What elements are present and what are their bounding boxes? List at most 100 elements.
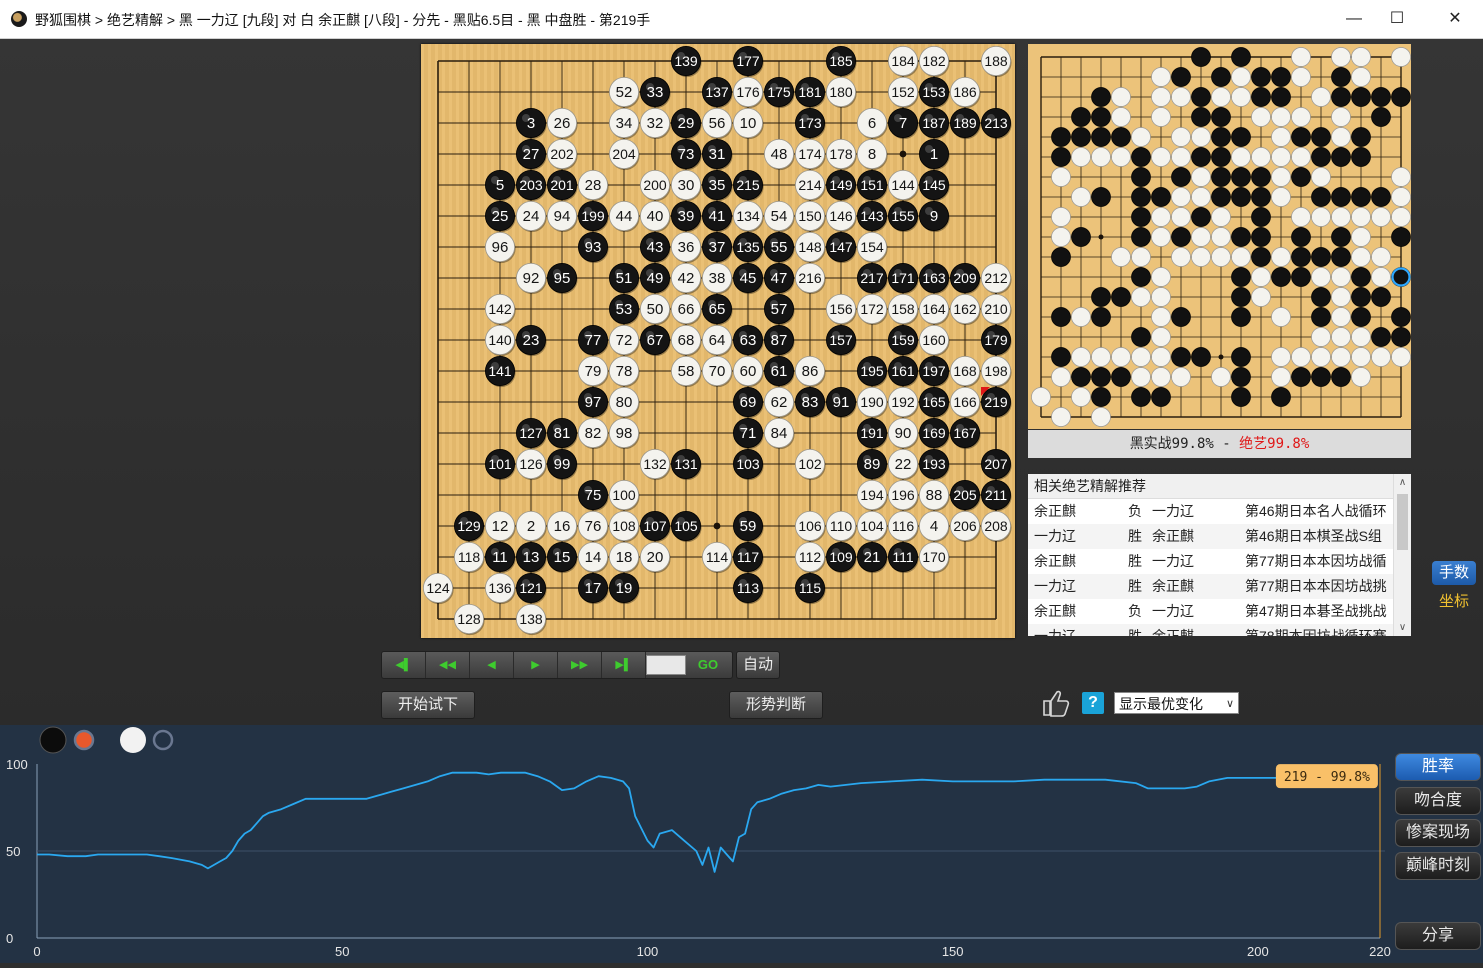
- white-stone[interactable]: 94: [547, 200, 578, 233]
- recommend-row[interactable]: 余正麒 胜一力辽 第77期日本本因坊战循: [1028, 549, 1411, 574]
- white-stone[interactable]: 108: [608, 510, 640, 543]
- match-rate-button[interactable]: 吻合度: [1395, 787, 1481, 815]
- white-stone[interactable]: 98: [608, 417, 640, 450]
- next-move-button[interactable]: ▶: [514, 652, 558, 678]
- black-stone[interactable]: 29: [670, 108, 702, 140]
- black-stone[interactable]: 51: [608, 262, 640, 295]
- white-stone[interactable]: 88: [918, 479, 950, 512]
- scroll-down-icon[interactable]: ∨: [1394, 622, 1411, 633]
- black-stone[interactable]: 63: [732, 324, 764, 357]
- black-stone[interactable]: 145: [918, 170, 950, 202]
- black-stone[interactable]: 39: [670, 200, 702, 233]
- white-stone[interactable]: 90: [887, 417, 919, 450]
- white-stone[interactable]: 158: [887, 293, 919, 326]
- white-stone[interactable]: 80: [608, 386, 640, 419]
- black-stone[interactable]: 19: [608, 573, 640, 605]
- black-stone[interactable]: 95: [547, 262, 578, 295]
- black-stone[interactable]: 155: [887, 200, 919, 233]
- white-stone[interactable]: 164: [918, 293, 950, 326]
- black-stone[interactable]: 59: [732, 510, 764, 543]
- white-stone[interactable]: 202: [547, 139, 578, 171]
- white-stone[interactable]: 38: [701, 262, 733, 295]
- black-stone[interactable]: 179: [981, 324, 1012, 357]
- recommend-row[interactable]: 余正麒 负一力辽 第47期日本碁圣战挑战: [1028, 599, 1411, 624]
- winrate-tab-button[interactable]: 胜率: [1395, 753, 1481, 781]
- forward-5-button[interactable]: ▶▶: [558, 652, 602, 678]
- white-stone[interactable]: 104: [856, 510, 888, 543]
- black-stone[interactable]: 69: [732, 386, 764, 419]
- black-stone[interactable]: 105: [670, 510, 702, 543]
- preview-board-svg[interactable]: [1028, 44, 1411, 429]
- scroll-thumb[interactable]: [1397, 494, 1408, 550]
- black-stone[interactable]: 9: [918, 200, 950, 233]
- black-stone[interactable]: 83: [794, 386, 826, 419]
- black-stone[interactable]: 87: [763, 324, 795, 357]
- black-stone[interactable]: 1: [918, 139, 950, 171]
- recommend-row[interactable]: 余正麒 负一力辽 第46期日本名人战循环: [1028, 499, 1411, 524]
- white-stone[interactable]: 86: [794, 355, 826, 388]
- black-stone[interactable]: 193: [918, 448, 950, 481]
- black-stone[interactable]: 67: [639, 324, 671, 357]
- black-stone[interactable]: 37: [701, 231, 733, 264]
- black-stone[interactable]: 153: [918, 77, 950, 109]
- close-button[interactable]: ✕: [1432, 4, 1478, 34]
- white-stone[interactable]: 8: [856, 139, 888, 171]
- black-stone[interactable]: 109: [825, 541, 857, 574]
- white-stone[interactable]: 186: [950, 77, 981, 109]
- black-stone[interactable]: 53: [608, 293, 640, 326]
- black-stone[interactable]: 177: [732, 45, 764, 78]
- white-stone[interactable]: 32: [639, 108, 671, 140]
- white-stone[interactable]: 170: [918, 541, 950, 574]
- white-stone[interactable]: 166: [950, 386, 981, 419]
- white-curve-toggle[interactable]: [152, 729, 174, 751]
- black-stone[interactable]: 121: [516, 573, 547, 605]
- black-stone[interactable]: 187: [918, 108, 950, 140]
- white-stone[interactable]: 24: [516, 200, 547, 233]
- white-stone[interactable]: 116: [887, 510, 919, 543]
- black-stone[interactable]: 23: [516, 324, 547, 357]
- white-stone[interactable]: 106: [794, 510, 826, 543]
- white-stone[interactable]: 128: [454, 604, 485, 636]
- white-stone[interactable]: 62: [763, 386, 795, 419]
- white-stone[interactable]: 76: [577, 510, 609, 543]
- white-stone[interactable]: 138: [516, 604, 547, 636]
- black-stone[interactable]: 101: [485, 448, 516, 481]
- white-stone[interactable]: 34: [608, 108, 640, 140]
- white-stone[interactable]: 144: [887, 170, 919, 202]
- black-stone[interactable]: 141: [485, 355, 516, 388]
- white-stone[interactable]: 142: [485, 293, 516, 326]
- black-stone[interactable]: 31: [701, 139, 733, 171]
- black-stone[interactable]: 143: [856, 200, 888, 233]
- white-stone[interactable]: 100: [608, 479, 640, 512]
- black-stone[interactable]: 3: [516, 108, 547, 140]
- black-stone[interactable]: 41: [701, 200, 733, 233]
- peak-moment-button[interactable]: 巅峰时刻: [1395, 852, 1481, 880]
- auto-play-button[interactable]: 自动: [736, 651, 780, 679]
- recommend-panel[interactable]: 相关绝艺精解推荐 余正麒负一力辽 第46期日本名人战循环 一力辽胜余正麒 第46期日本…: [1028, 474, 1411, 636]
- black-stone[interactable]: 43: [639, 231, 671, 264]
- white-stone[interactable]: 148: [794, 231, 826, 264]
- white-stone[interactable]: 150: [794, 200, 826, 233]
- black-stone[interactable]: 129: [454, 510, 485, 543]
- black-stone[interactable]: 197: [918, 355, 950, 388]
- black-stone[interactable]: 137: [701, 77, 733, 109]
- white-stone[interactable]: 82: [577, 417, 609, 450]
- black-stone[interactable]: 203: [516, 170, 547, 202]
- white-stone[interactable]: 50: [639, 293, 671, 326]
- white-stone[interactable]: 44: [608, 200, 640, 233]
- black-stone[interactable]: 131: [670, 448, 702, 481]
- black-stone[interactable]: 73: [670, 139, 702, 171]
- white-stone[interactable]: 134: [732, 200, 764, 233]
- maximize-button[interactable]: ☐: [1374, 4, 1420, 34]
- main-board-svg[interactable]: 139 177 185 184 182 18852 33 137 176 175 181 180 152…: [421, 44, 1015, 638]
- white-stone[interactable]: 214: [794, 170, 826, 202]
- white-stone[interactable]: 132: [639, 448, 671, 481]
- black-stone[interactable]: 17: [577, 573, 609, 605]
- white-stone[interactable]: 180: [825, 77, 857, 109]
- white-stone[interactable]: 174: [794, 139, 826, 171]
- white-stone[interactable]: 204: [608, 139, 640, 171]
- white-stone[interactable]: 64: [701, 324, 733, 357]
- white-stone[interactable]: 60: [732, 355, 764, 388]
- winrate-graph[interactable]: 100 50 0 0 50 100 150 200 220 219 - 99.8%: [0, 725, 1483, 963]
- white-stone[interactable]: 102: [794, 448, 826, 481]
